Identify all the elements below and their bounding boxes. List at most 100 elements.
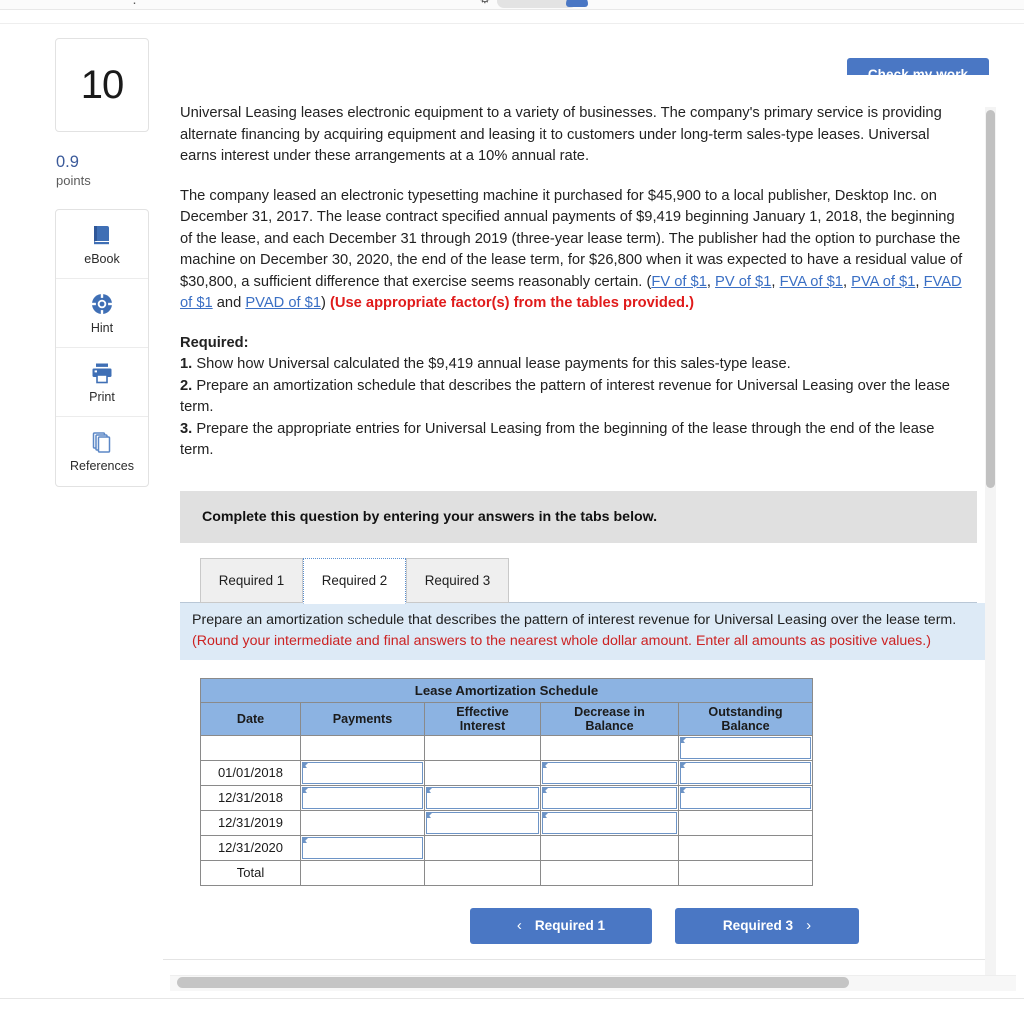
tab-required-2[interactable]: Required 2 [303,557,406,604]
cell-outstanding-balance-0[interactable] [678,734,813,761]
table-title: Lease Amortization Schedule [200,677,813,703]
instruction-line-2: (Round your intermediate and final answe… [192,632,931,649]
cell-decrease-in-balance-1[interactable] [540,759,679,786]
input-payments-4[interactable] [302,836,423,859]
tab-required-3[interactable]: Required 3 [406,557,509,603]
cell-payments-2[interactable] [300,784,425,811]
cell-date-3: 12/31/2019 [200,809,301,836]
input-effective-interest-3[interactable] [426,811,539,834]
table-row: 12/31/2019 [200,809,813,836]
toolbar-tab-pill[interactable] [497,0,577,8]
cell-decrease-in-balance-2[interactable] [540,784,679,811]
question-content: Universal Leasing leases electronic equi… [163,75,989,959]
input-payments-1[interactable] [302,761,423,784]
chevron-right-icon: › [806,917,812,934]
table-row: 12/31/2018 [200,784,813,811]
sidebar-item-label-hint: Hint [90,320,114,335]
toolbar-glyph-left[interactable]: ⋮ [128,0,141,7]
cell-effective-interest-0 [424,734,541,761]
assignment-page: Check my work 10 0.9 points eBook Hint P… [0,25,1024,985]
column-header-decrease-in-balance-line2: Balance [585,718,634,733]
cell-effective-interest-4 [424,834,541,861]
required-block: Required: 1. Show how Universal calculat… [180,333,970,462]
link-fva-of-1[interactable]: FVA of $1 [780,274,843,290]
column-header-date-line1: Date [236,711,265,726]
cell-date-0 [200,734,301,761]
column-header-outstanding-balance-line2: Balance [721,718,770,733]
horizontal-scrollbar-thumb[interactable] [177,977,849,988]
question-sidebar: 10 0.9 points eBook Hint Print Reference… [55,38,149,488]
cell-payments-1[interactable] [300,759,425,786]
next-required-button[interactable]: Required 3 › [675,907,859,944]
cell-payments-3 [300,809,425,836]
sidebar-item-references[interactable]: References [56,417,148,486]
required-2-text: Prepare an amortization schedule that de… [180,377,950,416]
link-pvad-of-1[interactable]: PVAD of $1 [245,295,321,311]
cell-date-1: 01/01/2018 [200,759,301,786]
column-header-outstanding-balance-line1: Outstanding [708,704,783,719]
cell-effective-interest-3[interactable] [424,809,541,836]
column-header-payments: Payments [300,701,425,736]
input-effective-interest-2[interactable] [426,786,539,809]
use-factors-note: (Use appropriate factor(s) from the tabl… [329,295,694,311]
input-decrease-in-balance-3[interactable] [542,811,677,834]
cell-decrease-in-balance-3[interactable] [540,809,679,836]
next-required-label: Required 3 [722,918,794,933]
sidebar-item-label-references: References [70,459,134,474]
toolbar-gap [0,10,1024,24]
sidebar-item-label-print: Print [89,389,115,404]
toolbar-glyph-mid[interactable]: ⚙ [479,0,491,7]
cell-date-4: 12/31/2020 [200,834,301,861]
cell-effective-interest-2[interactable] [424,784,541,811]
chevron-left-icon: ‹ [516,917,522,934]
tab-required-1[interactable]: Required 1 [200,557,303,603]
total-outstanding-balance [678,859,813,886]
sidebar-item-print[interactable]: Print [56,348,148,418]
sidebar-item-label-ebook: eBook [84,251,120,266]
column-header-effective-interest: Effective Interest [424,701,541,736]
column-header-outstanding-balance: Outstanding Balance [678,701,813,736]
points-value: 0.9 [56,153,79,171]
previous-required-button[interactable]: ‹ Required 1 [470,907,652,944]
link-joiner: and [212,295,246,311]
cell-date-2: 12/31/2018 [200,784,301,811]
table-row [200,734,813,761]
link-pv-of-1[interactable]: PV of $1 [715,274,771,290]
total-decrease-in-balance [540,859,679,886]
cell-payments-4[interactable] [300,834,425,861]
column-header-decrease-in-balance: Decrease in Balance [540,701,679,736]
link-fv-of-1[interactable]: FV of $1 [651,274,707,290]
table-total-row: Total [200,859,813,886]
previous-required-label: Required 1 [534,918,606,933]
paragraph-2-close: ) [321,295,330,311]
column-header-effective-interest-line2: Interest [459,718,506,733]
sidebar-item-hint[interactable]: Hint [56,279,148,349]
input-outstanding-balance-2[interactable] [680,786,811,809]
cell-effective-interest-1 [424,759,541,786]
points-block: 0.9 points [55,153,149,188]
vertical-scrollbar-thumb[interactable] [986,110,995,488]
input-outstanding-balance-1[interactable] [680,761,811,784]
required-heading: Required: [180,334,249,351]
input-outstanding-balance-0[interactable] [680,736,811,759]
cell-outstanding-balance-2[interactable] [678,784,813,811]
cell-outstanding-balance-1[interactable] [678,759,813,786]
cell-decrease-in-balance-0 [540,734,679,761]
input-decrease-in-balance-2[interactable] [542,786,677,809]
amortization-table-wrap: Lease Amortization Schedule Date Payment… [200,677,989,886]
points-label: points [56,173,91,189]
hint-lifering-icon [90,292,114,315]
cell-payments-0 [300,734,425,761]
column-header-payments-line1: Payments [332,711,393,726]
lease-amortization-table: Lease Amortization Schedule Date Payment… [200,677,813,886]
link-pva-of-1[interactable]: PVA of $1 [851,274,915,290]
tab-navigation: ‹ Required 1 Required 3 › [180,907,977,944]
table-header-row: Date Payments Effective Interest Decreas… [200,701,813,736]
input-decrease-in-balance-1[interactable] [542,761,677,784]
column-header-date: Date [200,701,301,736]
input-payments-2[interactable] [302,786,423,809]
complete-question-banner-text: Complete this question by entering your … [202,508,658,525]
sidebar-item-ebook[interactable]: eBook [56,210,148,280]
printer-icon [92,363,112,383]
blue-bookmark-icon[interactable] [566,0,588,7]
